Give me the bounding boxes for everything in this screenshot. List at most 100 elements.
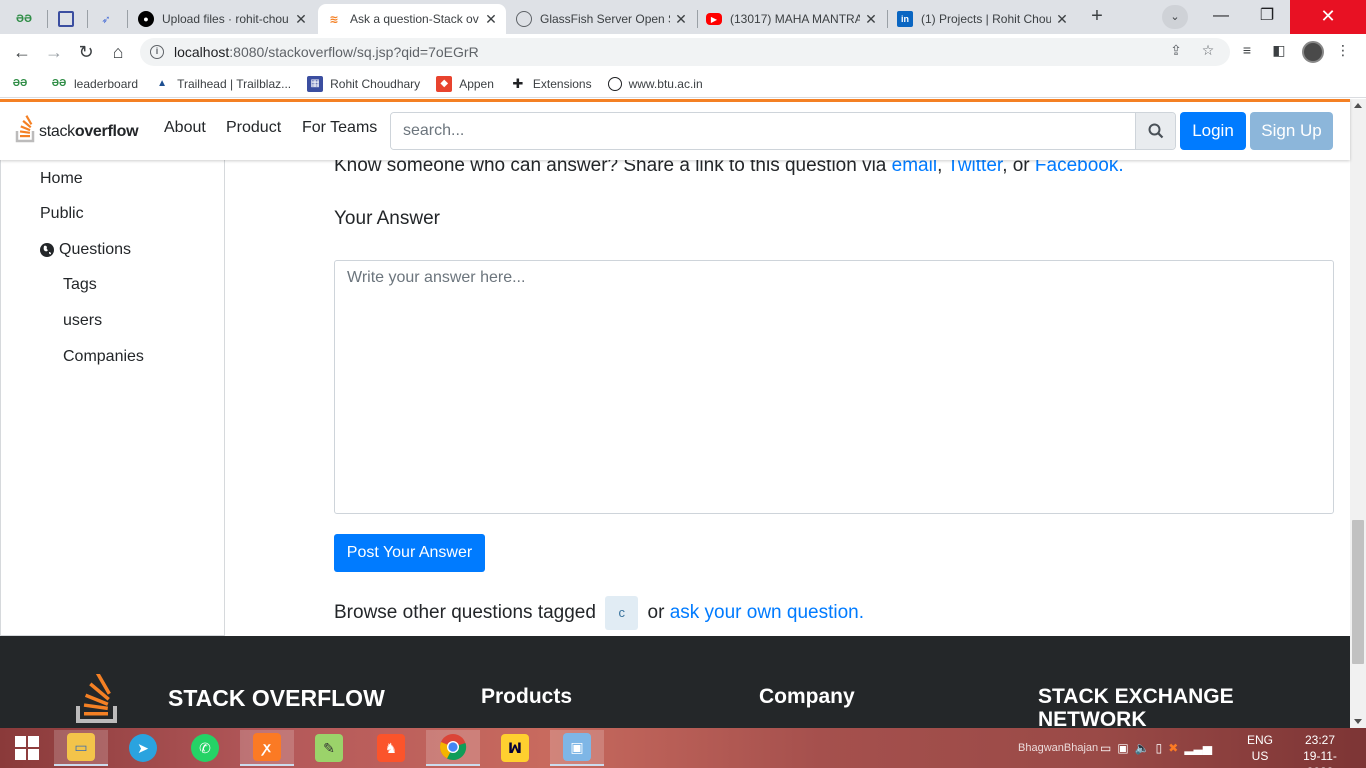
bookmark-btu[interactable]: www.btu.ac.in (607, 76, 703, 91)
page-viewport: stackoverflow About Product For Teams Lo… (0, 99, 1366, 728)
search-icon (1148, 123, 1163, 139)
bookmark-label: Trailhead | Trailblaz... (177, 76, 292, 91)
tab-title: Upload files · rohit-chou (162, 12, 289, 26)
browse-line: Browse other questions tagged c or ask y… (334, 596, 864, 630)
back-button[interactable]: ← (10, 40, 34, 64)
close-icon[interactable]: ✕ (864, 11, 878, 28)
taskbar-virtualbox[interactable]: ▣ (550, 730, 604, 766)
search-button[interactable] (1135, 113, 1175, 149)
taskbar-file-explorer[interactable]: ▭ (54, 730, 108, 766)
page-scrollbar[interactable] (1350, 99, 1366, 728)
window-icon (58, 11, 74, 27)
post-answer-button[interactable]: Post Your Answer (334, 534, 485, 572)
profile-avatar[interactable] (1302, 41, 1324, 63)
nav-about[interactable]: About (164, 119, 206, 137)
tab-search-button[interactable]: ⌄ (1162, 5, 1188, 29)
nav-product[interactable]: Product (226, 119, 281, 137)
tab-title: GlassFish Server Open S (540, 12, 670, 26)
taskbar-brave[interactable]: ♞ (364, 730, 418, 766)
answer-textarea[interactable] (334, 260, 1334, 514)
tab-window[interactable] (50, 4, 86, 34)
footer-company[interactable]: Company (759, 685, 855, 709)
bookmark-leaderboard[interactable]: ƏƏ leaderboard (51, 76, 138, 92)
restore-button[interactable]: ❐ (1244, 0, 1290, 34)
trailhead-icon: ▲ (157, 78, 168, 89)
sidebar-item-tags[interactable]: Tags (63, 276, 97, 294)
close-window-button[interactable]: ✕ (1290, 0, 1366, 34)
taskbar-clock[interactable]: 23:2719-11-2022 (1296, 732, 1344, 768)
reading-list-icon[interactable]: ≡ (1236, 39, 1258, 61)
rocket-icon: ➶ (101, 13, 111, 26)
minimize-button[interactable]: — (1198, 0, 1244, 34)
sidebar-item-label: Questions (59, 241, 132, 258)
close-icon[interactable]: ✕ (294, 11, 308, 28)
taskbar-xampp[interactable]: ꭗ (240, 730, 294, 766)
footer-network[interactable]: STACK EXCHANGE NETWORK (1038, 685, 1234, 728)
taskbar-whatsapp[interactable]: ✆ (178, 730, 232, 766)
footer-products[interactable]: Products (481, 685, 572, 709)
xampp-tray-icon[interactable]: ✖ (1168, 741, 1178, 755)
scroll-thumb[interactable] (1352, 520, 1364, 664)
tab-github[interactable]: ● Upload files · rohit-chou ✕ (130, 4, 316, 34)
footer-brand[interactable]: STACK OVERFLOW (168, 685, 385, 712)
battery-icon[interactable]: ▯ (1156, 741, 1163, 755)
start-button[interactable] (0, 730, 54, 766)
ask-question-link[interactable]: ask your own question. (670, 602, 864, 623)
site-footer: STACK OVERFLOW Products Company STACK EX… (0, 636, 1350, 728)
new-tab-button[interactable]: + (1083, 5, 1111, 29)
star-icon[interactable]: ☆ (1197, 39, 1219, 61)
reload-icon: ↻ (78, 42, 94, 62)
volume-icon[interactable]: 🔈 (1135, 741, 1150, 755)
address-bar[interactable]: i localhost:8080/stackoverflow/sq.jsp?qi… (140, 38, 1230, 66)
windows-taskbar: ▭ ➤ ✆ ꭗ ✎ ♞ ꟽ ▣ BhagwanBhajan ▭ ▣ 🔈 ▯ ✖ … (0, 728, 1366, 768)
close-icon[interactable]: ✕ (1055, 11, 1069, 28)
bookmark-appen[interactable]: ◆ Appen (436, 75, 494, 92)
network-warning-icon[interactable]: ▭ (1100, 741, 1111, 755)
tab-title: (1) Projects | Rohit Chou (921, 12, 1051, 26)
tab-youtube[interactable]: ▶ (13017) MAHA MANTRA ✕ (698, 4, 886, 34)
taskbar-chrome[interactable] (426, 730, 480, 766)
info-icon[interactable]: i (150, 45, 164, 59)
tab-linkedin[interactable]: in (1) Projects | Rohit Chou ✕ (889, 4, 1077, 34)
bookmark-trailhead[interactable]: ▲ Trailhead | Trailblaz... (154, 76, 291, 92)
url-host: localhost (174, 44, 230, 60)
scroll-up-icon[interactable] (1354, 103, 1362, 108)
wifi-icon[interactable]: ▂▃▅ (1184, 741, 1212, 755)
taskbar-miro[interactable]: ꟽ (488, 730, 542, 766)
nav-for-teams[interactable]: For Teams (302, 119, 377, 137)
gfg-icon: ƏƏ (16, 13, 32, 25)
search-input[interactable] (391, 113, 1135, 149)
language-indicator[interactable]: ENG US (1246, 732, 1274, 764)
scroll-down-icon[interactable] (1354, 719, 1362, 724)
taskbar-notepad[interactable]: ✎ (302, 730, 356, 766)
stackoverflow-logo-icon[interactable] (75, 672, 119, 724)
tab-gfg[interactable]: ƏƏ (8, 4, 46, 34)
taskbar-telegram[interactable]: ➤ (116, 730, 170, 766)
tab-glassfish[interactable]: GlassFish Server Open S ✕ (508, 4, 696, 34)
tab-rocket[interactable]: ➶ (90, 4, 126, 34)
whatsapp-icon: ✆ (191, 734, 219, 762)
share-icon[interactable]: ⇪ (1165, 39, 1187, 61)
signup-button[interactable]: Sign Up (1250, 112, 1333, 150)
home-button[interactable]: ⌂ (106, 40, 130, 64)
bookmarks-bar: ƏƏ ƏƏ leaderboard ▲ Trailhead | Trailbla… (0, 70, 1366, 98)
reload-button[interactable]: ↻ (74, 40, 98, 64)
site-logo[interactable]: stackoverflow (15, 107, 139, 143)
bookmark-label: www.btu.ac.in (628, 76, 703, 91)
menu-kebab-icon[interactable]: ⋮ (1332, 39, 1354, 61)
bookmark-extensions[interactable]: ✚ Extensions (510, 76, 591, 92)
sidebar-item-users[interactable]: users (63, 312, 102, 330)
sidebar-item-home[interactable]: Home (40, 170, 83, 188)
sidebar-item-questions[interactable]: Questions (40, 241, 131, 259)
close-icon[interactable]: ✕ (484, 11, 498, 28)
sidebar-item-companies[interactable]: Companies (63, 348, 144, 366)
forward-button[interactable]: → (42, 40, 66, 64)
bookmark-rohit[interactable]: ▦ Rohit Choudhary (307, 75, 420, 92)
tag-chip[interactable]: c (605, 596, 639, 630)
bookmark-gfg[interactable]: ƏƏ (12, 76, 35, 92)
close-icon[interactable]: ✕ (674, 11, 688, 28)
side-panel-icon[interactable]: ◧ (1268, 39, 1290, 61)
antivirus-icon[interactable]: ▣ (1117, 741, 1128, 755)
login-button[interactable]: Login (1180, 112, 1246, 150)
tab-stackoverflow[interactable]: ≋ Ask a question-Stack ov ✕ (318, 4, 506, 34)
